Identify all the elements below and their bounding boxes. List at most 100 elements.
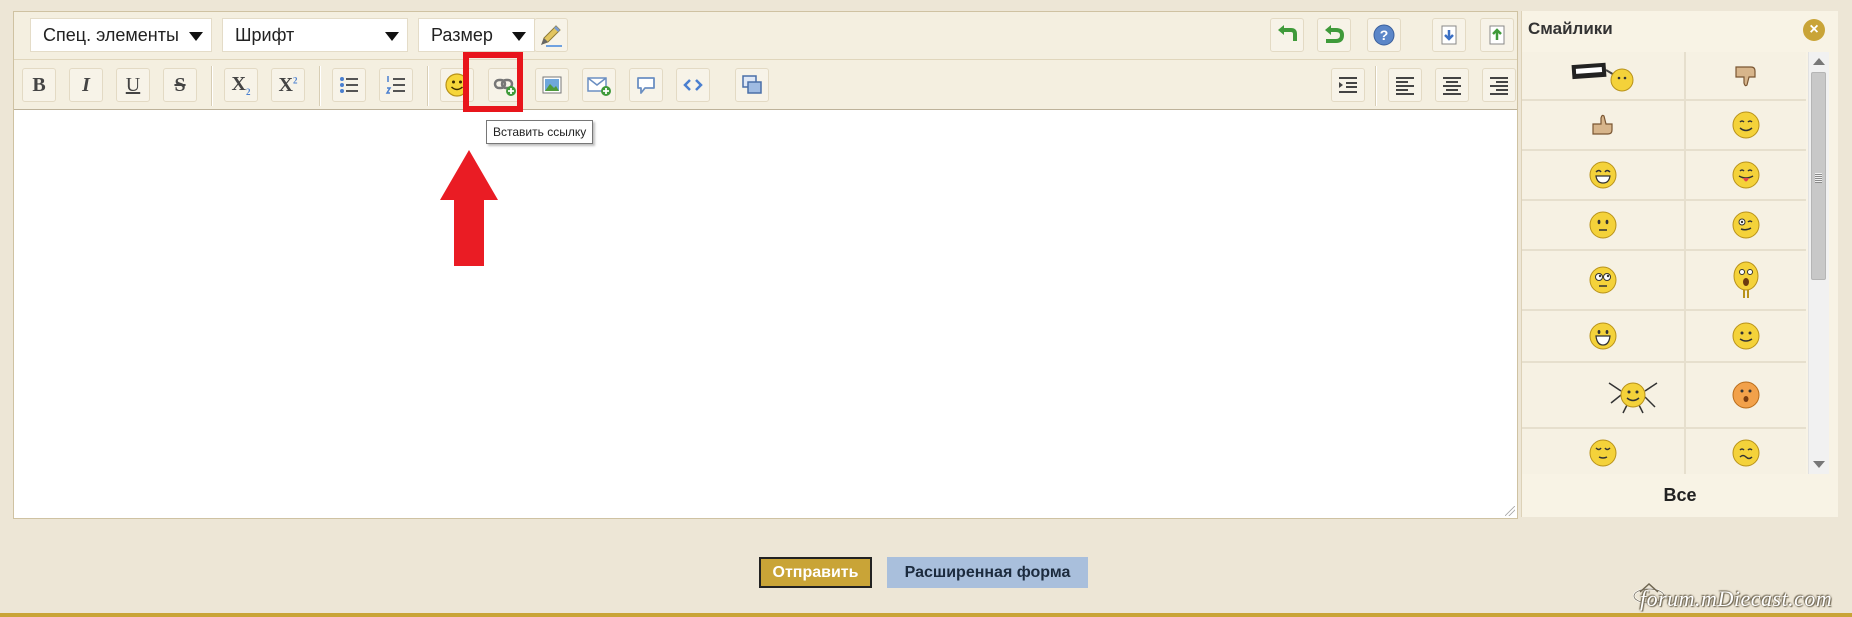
image-icon (542, 76, 562, 94)
smileys-panel: Смайлики × Все (1521, 11, 1838, 517)
wink-icon (1732, 211, 1760, 239)
italic-icon: I (82, 74, 90, 96)
all-smileys-link[interactable]: Все (1522, 474, 1838, 517)
smiley-cell[interactable] (1522, 363, 1684, 427)
pencil-color-icon (541, 25, 562, 47)
smileys-header: Смайлики × (1522, 11, 1838, 49)
quote-button[interactable] (629, 68, 663, 102)
toolbar-separator (427, 66, 429, 106)
svg-text:?: ? (1380, 27, 1389, 43)
smiley-cell[interactable] (1522, 101, 1684, 149)
highlight-box (463, 52, 523, 112)
smiley-cell[interactable] (1686, 429, 1806, 474)
send-button[interactable]: Отправить (759, 557, 872, 588)
font-label: Шрифт (235, 25, 295, 45)
superscript-mark: 2 (292, 75, 298, 86)
chevron-down-icon (189, 32, 203, 41)
toolbar-separator (1375, 66, 1377, 106)
scroll-down-arrow-icon[interactable] (1813, 461, 1825, 468)
smiley-cell[interactable] (1522, 151, 1684, 199)
insert-email-button[interactable] (582, 68, 616, 102)
chevron-down-icon (385, 32, 399, 41)
smiley-cell[interactable] (1522, 251, 1684, 309)
toolbar-separator (319, 66, 321, 106)
insert-image-button[interactable] (535, 68, 569, 102)
scrollbar-thumb[interactable] (1811, 72, 1826, 280)
smiley-cell[interactable] (1522, 311, 1684, 361)
superscript-letter: X (278, 74, 293, 96)
content-face-icon (1589, 439, 1617, 467)
redo-button[interactable] (1317, 18, 1351, 52)
align-right-icon (1490, 77, 1508, 95)
align-center-button[interactable] (1435, 68, 1469, 102)
bold-button[interactable]: B (22, 68, 56, 102)
message-textarea[interactable] (14, 110, 1517, 518)
smile-icon (1732, 111, 1760, 139)
site-watermark: forum.mDiecast.com (1640, 586, 1833, 611)
code-icon (683, 79, 703, 91)
smiley-cell[interactable] (1522, 201, 1684, 249)
scared-icon (1733, 261, 1759, 298)
code-button[interactable] (676, 68, 710, 102)
strikethrough-button[interactable]: S (163, 68, 197, 102)
spoiler-button[interactable] (735, 68, 769, 102)
banner-smiley-icon (1571, 62, 1634, 91)
smiley-cell[interactable] (1686, 363, 1806, 427)
superscript-button[interactable]: X2 (271, 68, 305, 102)
underline-icon: U (125, 74, 141, 96)
undo-button[interactable] (1270, 18, 1304, 52)
strikethrough-icon: S (174, 74, 186, 96)
indent-button[interactable] (1331, 68, 1365, 102)
email-add-icon (587, 77, 611, 96)
smiley-cell[interactable] (1522, 52, 1684, 99)
subscript-letter: X (231, 72, 246, 95)
italic-button[interactable]: I (69, 68, 103, 102)
big-grin-icon (1589, 322, 1617, 350)
smiley-cell[interactable] (1522, 429, 1684, 474)
align-right-button[interactable] (1482, 68, 1516, 102)
smiley-cell[interactable] (1686, 151, 1806, 199)
red-arrow-annotation (440, 150, 498, 266)
subscript-mark: 2 (245, 86, 251, 97)
numbered-list-button[interactable] (379, 68, 413, 102)
smiley-cell[interactable] (1686, 251, 1806, 309)
subscript-button[interactable]: X2 (224, 68, 258, 102)
smiley-cell[interactable] (1686, 52, 1806, 99)
upload-icon (1489, 25, 1505, 45)
thumbs-down-icon (1735, 65, 1756, 86)
confused-icon (1732, 439, 1760, 467)
rolling-eyes-icon (1589, 266, 1617, 294)
grip-icon (1815, 173, 1822, 183)
layers-icon (742, 75, 762, 94)
special-elements-label: Спец. элементы (43, 25, 179, 45)
upload-button[interactable] (1480, 18, 1514, 52)
superscript-icon: X2 (279, 75, 298, 95)
size-dropdown[interactable]: Размер (418, 18, 535, 52)
thumbs-up-icon (1592, 114, 1613, 135)
bold-icon: B (32, 74, 46, 96)
smiley-cell[interactable] (1686, 311, 1806, 361)
numbered-list-icon (385, 76, 405, 94)
subscript-icon: X2 (232, 74, 251, 97)
align-left-button[interactable] (1388, 68, 1422, 102)
font-dropdown[interactable]: Шрифт (222, 18, 408, 52)
resize-handle[interactable] (1505, 506, 1515, 516)
insert-link-tooltip: Вставить ссылку (486, 120, 594, 144)
underline-button[interactable]: U (116, 68, 150, 102)
close-icon[interactable]: × (1803, 19, 1825, 41)
scroll-up-arrow-icon[interactable] (1813, 58, 1825, 65)
special-elements-dropdown[interactable]: Спец. элементы (30, 18, 212, 52)
smiley-cell[interactable] (1686, 101, 1806, 149)
text-color-button[interactable] (534, 18, 568, 52)
download-button[interactable] (1432, 18, 1466, 52)
page: Спец. элементы Шрифт Размер ? B I U S X2… (0, 0, 1852, 617)
advanced-form-button[interactable]: Расширенная форма (887, 557, 1088, 588)
laughing-icon (1589, 161, 1617, 189)
bulleted-list-button[interactable] (332, 68, 366, 102)
smileys-title: Смайлики (1528, 19, 1613, 38)
footer-accent-rule (0, 613, 1852, 617)
help-button[interactable]: ? (1367, 18, 1401, 52)
indent-icon (1339, 77, 1357, 93)
smileys-scrollbar[interactable] (1808, 52, 1829, 474)
smiley-cell[interactable] (1686, 201, 1806, 249)
